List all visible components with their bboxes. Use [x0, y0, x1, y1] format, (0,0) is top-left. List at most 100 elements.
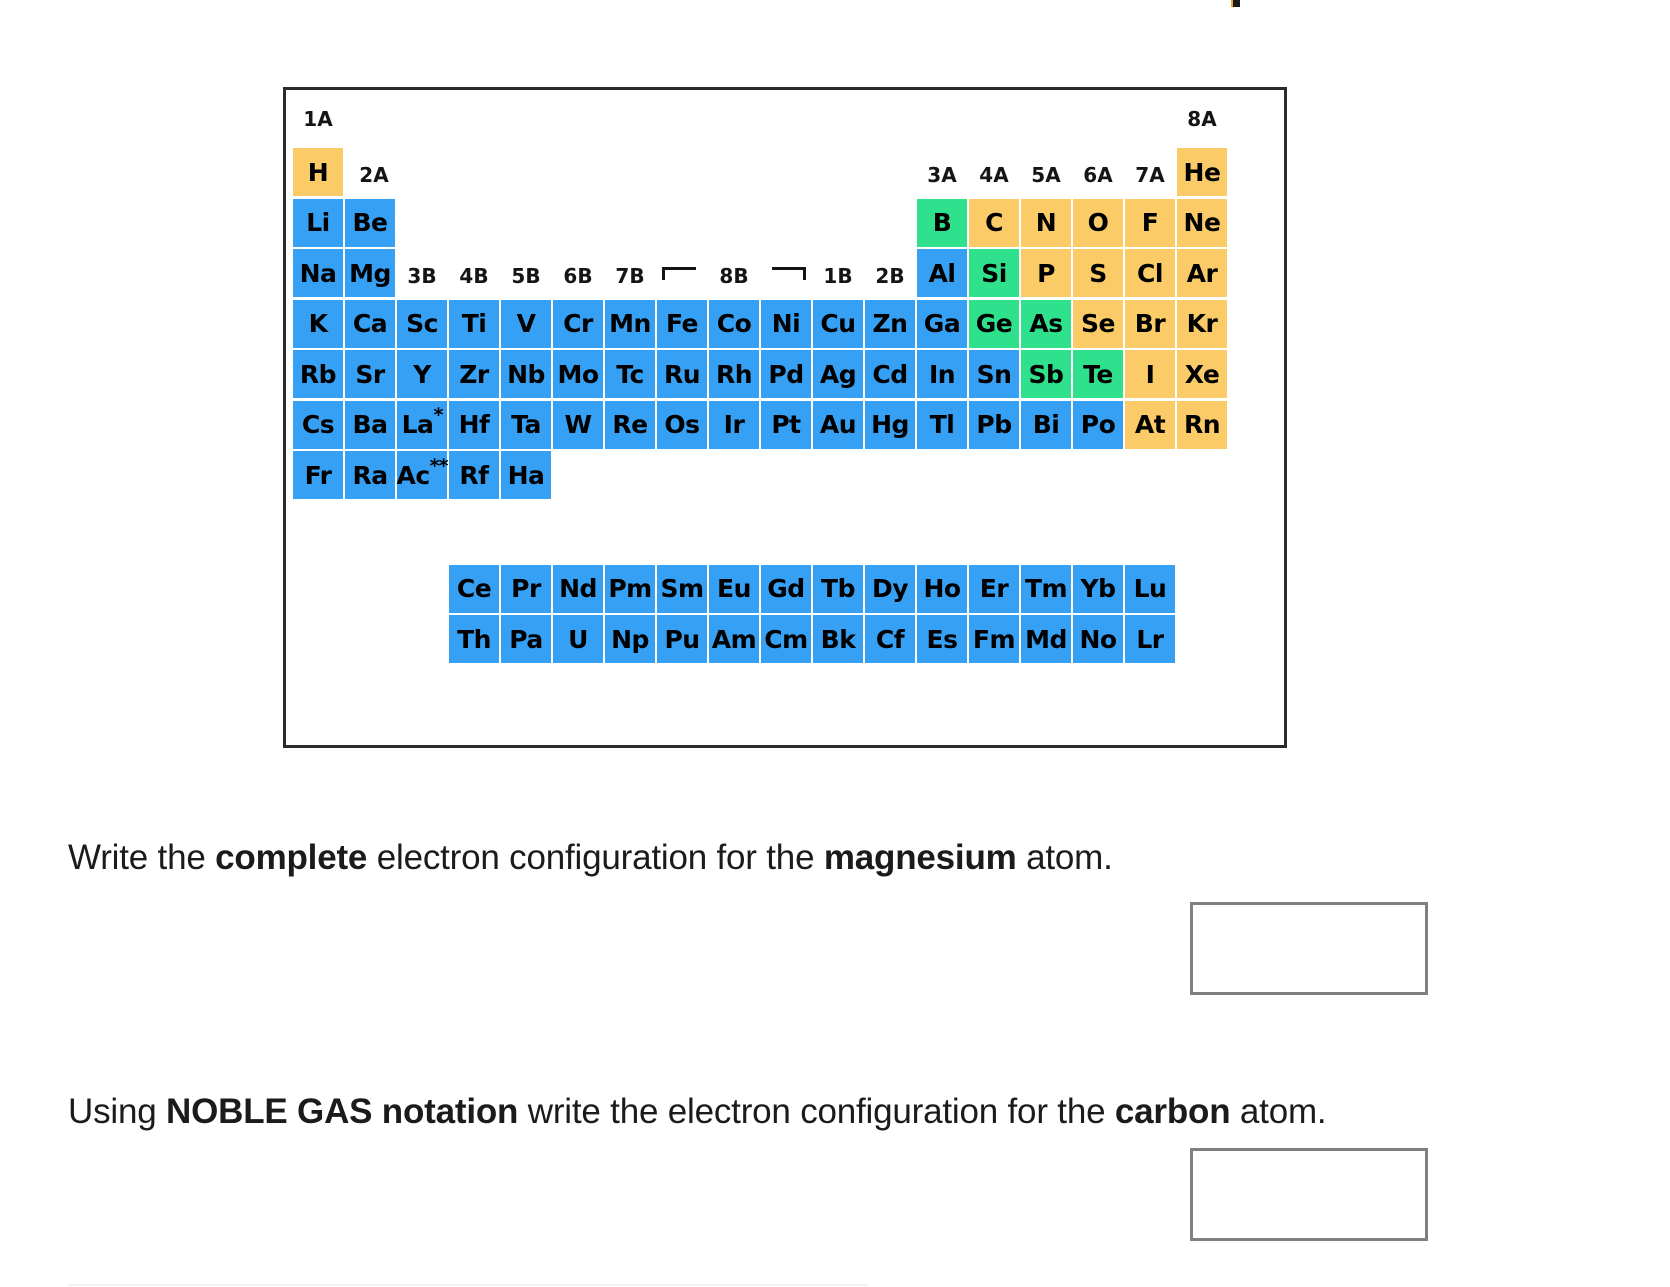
element-cell-cu: Cu [812, 298, 864, 349]
element-symbol: Er [979, 574, 1009, 604]
element-cell-hf: Hf [448, 399, 500, 450]
element-symbol: Be [352, 208, 388, 237]
element-cell-si: Si [968, 248, 1020, 298]
element-symbol: Pd [768, 359, 804, 389]
element-cell-br: Br [1124, 298, 1176, 349]
element-cell-n: N [1020, 197, 1072, 248]
element-cell-sr: Sr [344, 349, 396, 399]
element-symbol: Pb [976, 410, 1012, 439]
question-segment: atom. [1230, 1092, 1327, 1131]
element-symbol: Po [1080, 410, 1116, 439]
element-cell-tc: Tc [604, 349, 656, 399]
element-cell-ar: Ar [1176, 248, 1228, 298]
element-cell-pt: Pt [760, 399, 812, 450]
element-cell-v: V [500, 298, 552, 349]
element-symbol: Zn [872, 309, 908, 338]
group-label-7a: 7A [1135, 163, 1165, 187]
element-symbol: Am [711, 624, 757, 654]
element-symbol: Pu [664, 624, 700, 654]
question-segment: complete [215, 838, 368, 877]
element-cell-k: K [292, 298, 344, 349]
element-symbol: Ho [923, 574, 961, 604]
element-symbol: Tb [821, 574, 855, 604]
element-symbol: Lu [1133, 574, 1167, 604]
element-symbol: Kr [1186, 309, 1218, 338]
element-cell-ne: Ne [1176, 197, 1228, 248]
element-symbol: Cr [563, 309, 593, 338]
group-label-2a: 2A [359, 163, 389, 187]
element-cell-rb: Rb [292, 349, 344, 399]
element-symbol: Cm [764, 624, 808, 654]
element-cell-au: Au [812, 399, 864, 450]
element-symbol: Hg [871, 410, 909, 439]
element-symbol: Nb [507, 359, 545, 389]
question-2-answer-input[interactable] [1190, 1148, 1428, 1241]
element-cell-co: Co [708, 298, 760, 349]
element-cell-ca: Ca [344, 298, 396, 349]
element-cell-ga: Ga [916, 298, 968, 349]
element-cell-ba: Ba [344, 399, 396, 450]
element-symbol: V [516, 309, 536, 338]
element-symbol: Nd [559, 574, 597, 604]
element-cell-bi: Bi [1020, 399, 1072, 450]
element-cell-re: Re [604, 399, 656, 450]
element-symbol: Hf [458, 410, 490, 439]
element-symbol: Rn [1183, 410, 1221, 439]
element-cell-lr: Lr [1124, 614, 1176, 665]
element-cell-fe: Fe [656, 298, 708, 349]
group-label-4a: 4A [979, 163, 1009, 187]
element-symbol: Br [1134, 309, 1166, 338]
element-footnote-marker: * [433, 404, 443, 426]
element-cell-kr: Kr [1176, 298, 1228, 349]
element-cell-te: Te [1072, 349, 1124, 399]
element-cell-ha: Ha [500, 450, 552, 500]
element-symbol: H [307, 157, 329, 187]
element-symbol: Cs [301, 410, 335, 439]
element-cell-pa: Pa [500, 614, 552, 665]
element-cell-ta: Ta [500, 399, 552, 450]
element-cell-ir: Ir [708, 399, 760, 450]
element-cell-os: Os [656, 399, 708, 450]
element-cell-am: Am [708, 614, 760, 665]
element-symbol: Bk [820, 624, 856, 654]
element-symbol: B [932, 208, 952, 237]
question-1-answer-input[interactable] [1190, 902, 1428, 995]
element-cell-ac: Ac ** [396, 450, 449, 500]
element-symbol: Pt [771, 410, 801, 439]
group-label-7b: 7B [615, 264, 645, 288]
element-symbol: Fm [972, 624, 1016, 654]
group-label-6a: 6A [1083, 163, 1113, 187]
element-symbol: Tc [616, 359, 644, 389]
element-cell-ge: Ge [968, 298, 1020, 349]
question-segment: Using [68, 1092, 167, 1131]
element-symbol: Y [413, 359, 431, 389]
element-cell-zn: Zn [864, 298, 916, 349]
element-symbol: Ne [1183, 208, 1221, 237]
element-cell-mn: Mn [604, 298, 656, 349]
group-label-5a: 5A [1031, 163, 1061, 187]
element-symbol: Ac [396, 460, 430, 490]
group-label-3b: 3B [407, 264, 437, 288]
element-cell-sn: Sn [968, 349, 1020, 399]
element-symbol: Na [299, 258, 337, 288]
element-symbol: Cu [820, 309, 856, 338]
element-cell-al: Al [916, 248, 968, 298]
group-label-3a: 3A [927, 163, 957, 187]
element-cell-b: B [916, 197, 968, 248]
element-cell-po: Po [1072, 399, 1124, 450]
element-symbol: Se [1081, 309, 1115, 338]
element-footnote-marker: ** [429, 454, 449, 477]
element-symbol: Sb [1028, 359, 1064, 389]
element-cell-np: Np [604, 614, 656, 665]
question-segment: magnesium [823, 838, 1017, 877]
element-symbol: Sr [355, 359, 385, 389]
element-symbol: Xe [1184, 359, 1220, 389]
cut-off-text-fragment-warm [1231, 0, 1233, 7]
element-symbol: W [564, 410, 592, 439]
element-symbol: N [1035, 208, 1057, 237]
element-cell-gd: Gd [760, 563, 812, 614]
element-symbol: Ar [1186, 258, 1218, 288]
element-symbol: Tl [929, 410, 955, 439]
element-symbol: Sm [660, 574, 704, 604]
element-symbol: Re [612, 410, 648, 439]
